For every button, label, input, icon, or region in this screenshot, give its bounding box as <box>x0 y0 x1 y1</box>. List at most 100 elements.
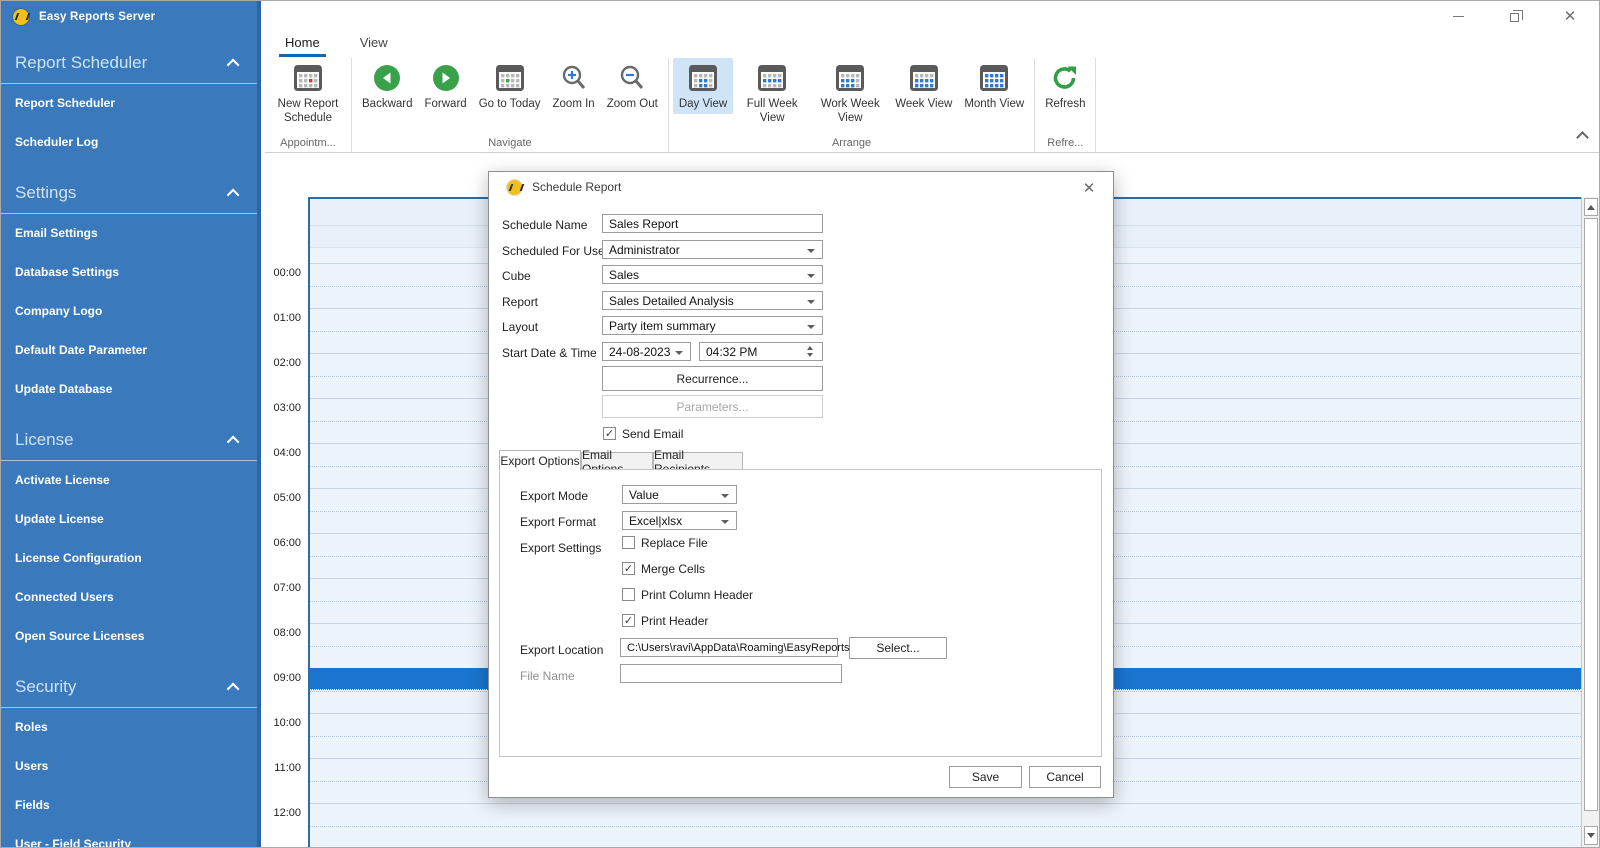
app-logo-icon <box>13 9 29 25</box>
ribbon-button-label: Refresh <box>1045 98 1086 110</box>
sidebar-item-user-field-security[interactable]: User - Field Security <box>1 825 257 847</box>
full-week-view-button[interactable]: Full Week View <box>733 58 811 128</box>
ribbon-group-buttons: Backward Forward Go to Today Zoom In Zoom Ou… <box>356 58 664 134</box>
scroll-up-button[interactable] <box>1584 198 1598 216</box>
minimize-button[interactable] <box>1447 5 1469 27</box>
ribbon-content: New Report Schedule Appointm... Backward Fo… <box>265 58 1569 152</box>
tab-export-options[interactable]: Export Options <box>499 450 581 471</box>
export-mode-combo[interactable]: Value <box>622 485 737 504</box>
export-settings-label: Export Settings <box>520 541 602 555</box>
dialog-title: Schedule Report <box>532 180 622 194</box>
scroll-down-icon <box>1587 833 1595 838</box>
ribbon-button-label: Work Week View <box>820 98 880 124</box>
export-format-combo[interactable]: Excel|xlsx <box>622 511 737 530</box>
app-header: Easy Reports Server <box>1 1 257 31</box>
work-week-view-button[interactable]: Work Week View <box>811 58 889 128</box>
app-title: Easy Reports Server <box>39 11 156 23</box>
cube-label: Cube <box>502 269 531 283</box>
ribbon-group-label: Appointm... <box>280 137 336 149</box>
window-controls: ✕ <box>1447 1 1591 31</box>
sidebar-item-update-database[interactable]: Update Database <box>1 370 257 408</box>
sidebar-item-company-logo[interactable]: Company Logo <box>1 292 257 330</box>
start-time-value: 04:32 PM <box>706 344 758 359</box>
sidebar-item-open-source-licenses[interactable]: Open Source Licenses <box>1 617 257 655</box>
calendar-fullweek-icon <box>756 62 788 94</box>
zoom-out-icon <box>617 62 647 94</box>
scheduled-for-user-combo[interactable]: Administrator <box>602 240 823 259</box>
ribbon-collapse-chevron-icon[interactable] <box>1576 131 1589 144</box>
sidebar-item-roles[interactable]: Roles <box>1 708 257 746</box>
sidebar-item-database-settings[interactable]: Database Settings <box>1 253 257 291</box>
sidebar-section-report-scheduler[interactable]: Report Scheduler <box>1 45 257 84</box>
ribbon-tab-view[interactable]: View <box>354 31 394 57</box>
time-label: 09:00 <box>273 672 301 684</box>
go-to-today-button[interactable]: Go to Today <box>473 58 547 114</box>
schedule-name-input[interactable]: Sales Report <box>602 214 823 233</box>
month-view-button[interactable]: Month View <box>958 58 1030 114</box>
calendar-week-icon <box>908 62 940 94</box>
scroll-down-button[interactable] <box>1584 826 1598 845</box>
sidebar-section-license[interactable]: License <box>1 422 257 461</box>
time-label: 04:00 <box>273 447 301 459</box>
restore-button[interactable] <box>1503 5 1525 27</box>
sidebar-item-fields[interactable]: Fields <box>1 786 257 824</box>
ribbon-button-label: New Report Schedule <box>277 98 339 124</box>
close-button[interactable]: ✕ <box>1559 5 1581 27</box>
ribbon: Home View New Report Schedule Appointm... B… <box>265 31 1599 153</box>
zoom-in-button[interactable]: Zoom In <box>547 58 601 114</box>
sidebar-item-default-date-parameter[interactable]: Default Date Parameter <box>1 331 257 369</box>
time-label: 06:00 <box>273 537 301 549</box>
recurrence-button[interactable]: Recurrence... <box>602 366 823 391</box>
scrollbar-thumb[interactable] <box>1584 218 1598 811</box>
week-view-button[interactable]: Week View <box>889 58 958 114</box>
save-button[interactable]: Save <box>949 766 1022 788</box>
start-time-spinner[interactable]: 04:32 PM <box>699 342 823 361</box>
start-date-combo[interactable]: 24-08-2023 <box>602 342 691 361</box>
schedule-name-label: Schedule Name <box>502 218 588 232</box>
send-email-checkbox[interactable]: ✓ <box>603 427 616 440</box>
export-location-input[interactable]: C:\Users\ravi\AppData\Roaming\EasyReport… <box>620 638 850 657</box>
ribbon-button-label: Day View <box>678 98 728 110</box>
hour-row-12-00[interactable] <box>308 803 1581 847</box>
cube-combo[interactable]: Sales <box>602 265 823 284</box>
parameters-button[interactable]: Parameters... <box>602 395 823 418</box>
report-label: Report <box>502 295 539 309</box>
ribbon-button-label: Week View <box>895 98 953 110</box>
backward-button[interactable]: Backward <box>356 58 419 114</box>
zoom-out-button[interactable]: Zoom Out <box>601 58 664 114</box>
replace-file-checkbox[interactable] <box>622 536 635 549</box>
merge-cells-checkbox[interactable]: ✓ <box>622 562 635 575</box>
sidebar-item-report-scheduler[interactable]: Report Scheduler <box>1 84 257 122</box>
file-name-label: File Name <box>520 669 575 683</box>
time-label: 02:00 <box>273 357 301 369</box>
sidebar-item-email-settings[interactable]: Email Settings <box>1 214 257 252</box>
ribbon-tab-home[interactable]: Home <box>279 31 326 57</box>
report-combo[interactable]: Sales Detailed Analysis <box>602 291 823 310</box>
dialog-close-button[interactable]: ✕ <box>1079 178 1099 198</box>
cancel-button[interactable]: Cancel <box>1029 766 1101 788</box>
day-view-button[interactable]: Day View <box>672 58 734 114</box>
print-header-checkbox[interactable]: ✓ <box>622 614 635 627</box>
ribbon-group-navigate: Backward Forward Go to Today Zoom In Zoom Ou… <box>352 58 669 152</box>
time-spinner-arrows-icon[interactable] <box>807 344 820 359</box>
export-location-label: Export Location <box>520 643 604 657</box>
sidebar-item-scheduler-log[interactable]: Scheduler Log <box>1 123 257 161</box>
sidebar-item-connected-users[interactable]: Connected Users <box>1 578 257 616</box>
file-name-input[interactable] <box>620 664 842 683</box>
new-report-schedule-button[interactable]: New Report Schedule <box>269 58 347 128</box>
vertical-scrollbar[interactable] <box>1582 197 1599 847</box>
sidebar-section-settings[interactable]: Settings <box>1 175 257 214</box>
layout-combo[interactable]: Party item summary <box>602 316 823 335</box>
sidebar-item-activate-license[interactable]: Activate License <box>1 461 257 499</box>
sidebar-section-security[interactable]: Security <box>1 669 257 708</box>
select-location-button[interactable]: Select... <box>849 637 947 659</box>
forward-button[interactable]: Forward <box>419 58 473 114</box>
time-label: 05:00 <box>273 492 301 504</box>
refresh-button[interactable]: Refresh <box>1039 58 1091 114</box>
sidebar-item-license-configuration[interactable]: License Configuration <box>1 539 257 577</box>
sidebar-item-update-license[interactable]: Update License <box>1 500 257 538</box>
half-hour-line <box>308 826 1581 827</box>
sidebar-item-users[interactable]: Users <box>1 747 257 785</box>
chevron-up-icon <box>226 188 240 201</box>
print-column-header-checkbox[interactable] <box>622 588 635 601</box>
